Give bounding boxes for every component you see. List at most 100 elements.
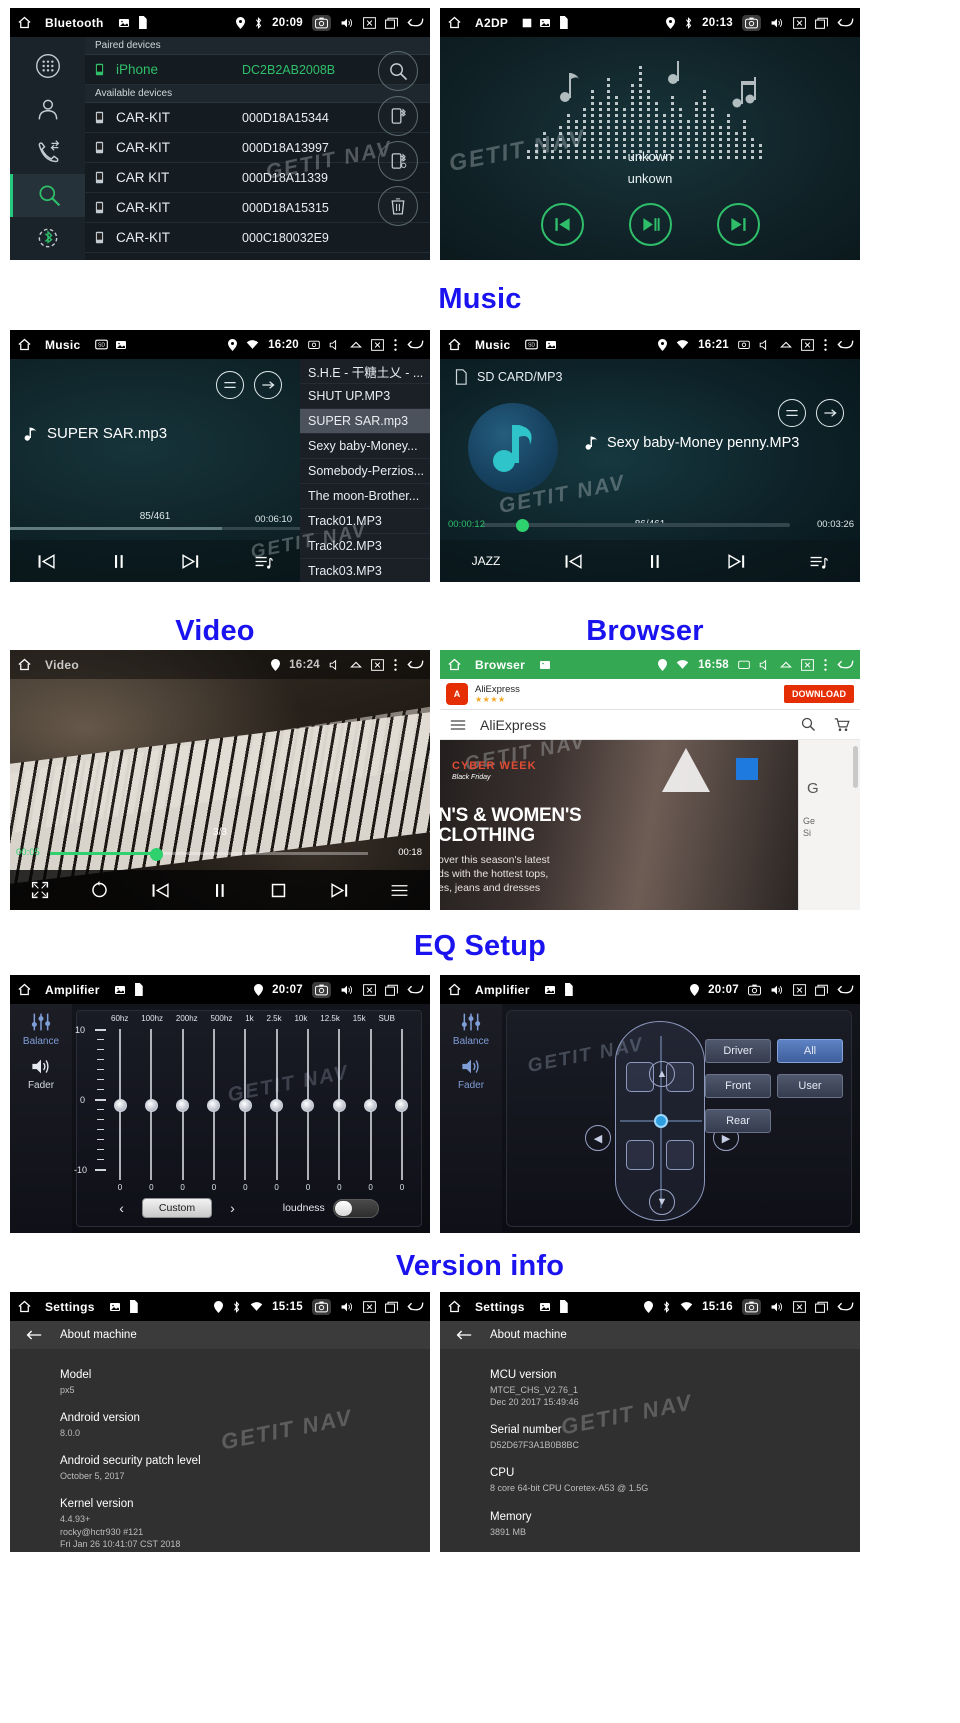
equalizer-icon[interactable]: [216, 371, 244, 399]
list-item[interactable]: CPU 8 core 64-bit CPU Coretex-A53 @ 1.5G: [440, 1459, 860, 1502]
volume-icon[interactable]: [340, 984, 354, 996]
next-icon[interactable]: [716, 203, 760, 246]
list-item[interactable]: Android version 8.0.0: [10, 1404, 430, 1447]
eq-slider[interactable]: [299, 1029, 317, 1180]
sidebar-item-contacts[interactable]: [10, 87, 85, 130]
previous-icon[interactable]: [151, 882, 171, 899]
overflow-menu-icon[interactable]: [823, 658, 828, 672]
home-icon[interactable]: [16, 982, 33, 997]
zone-button-all[interactable]: All: [777, 1039, 843, 1063]
zone-button-front[interactable]: Front: [705, 1074, 771, 1098]
mute-icon[interactable]: [329, 659, 341, 671]
eject-icon[interactable]: [350, 660, 362, 670]
list-item[interactable]: Memory 3891 MB: [440, 1503, 860, 1546]
overflow-menu-icon[interactable]: [393, 338, 398, 352]
progress-knob[interactable]: [150, 848, 163, 861]
list-item[interactable]: Track02.MP3: [300, 534, 430, 559]
home-icon[interactable]: [446, 657, 463, 672]
previous-icon[interactable]: [540, 203, 584, 246]
home-icon[interactable]: [446, 15, 463, 30]
loudness-toggle[interactable]: [332, 1198, 379, 1218]
repeat-mode-icon[interactable]: [816, 399, 844, 427]
close-app-icon[interactable]: [371, 338, 384, 351]
play-pause-icon[interactable]: [628, 203, 672, 246]
sd-slot-icon[interactable]: SD: [524, 339, 538, 350]
progress-bar[interactable]: [10, 527, 300, 530]
sidebar-item-search[interactable]: [10, 173, 85, 217]
pair-device-icon[interactable]: [378, 96, 418, 136]
back-icon[interactable]: [837, 658, 854, 671]
home-icon[interactable]: [16, 1299, 33, 1314]
screenshot-icon[interactable]: [312, 14, 331, 31]
fader-label[interactable]: Fader: [28, 1080, 54, 1091]
list-item[interactable]: MCU version MTCE_CHS_V2.76_1 Dec 20 2017…: [440, 1361, 860, 1416]
next-icon[interactable]: [180, 553, 200, 570]
eq-slider[interactable]: [330, 1029, 348, 1180]
screenshot-gallery-icon[interactable]: [545, 339, 557, 351]
close-app-icon[interactable]: [793, 1300, 806, 1313]
eq-slider[interactable]: [205, 1029, 223, 1180]
close-app-icon[interactable]: [801, 338, 814, 351]
back-icon[interactable]: [407, 338, 424, 351]
search-icon[interactable]: [801, 717, 816, 732]
list-item[interactable]: SHUT UP.MP3: [300, 384, 430, 409]
sd-card-icon[interactable]: [558, 1300, 568, 1313]
screenshot-icon[interactable]: [742, 14, 761, 31]
back-icon[interactable]: [837, 983, 854, 996]
eject-icon[interactable]: [780, 340, 792, 350]
fader-label[interactable]: Fader: [458, 1080, 484, 1091]
repeat-icon[interactable]: [90, 881, 109, 899]
connect-device-icon[interactable]: [378, 141, 418, 181]
back-icon[interactable]: [837, 338, 854, 351]
mute-icon[interactable]: [759, 339, 771, 351]
recent-apps-icon[interactable]: [815, 984, 828, 996]
back-icon[interactable]: [407, 16, 424, 29]
eq-slider[interactable]: [142, 1029, 160, 1180]
screenshot-icon[interactable]: [742, 1298, 761, 1315]
next-preset-button[interactable]: ›: [230, 1200, 235, 1216]
recent-apps-icon[interactable]: [385, 17, 398, 29]
device-row[interactable]: CAR-KIT 000C180032E9: [85, 223, 430, 253]
mute-icon[interactable]: [759, 659, 771, 671]
screenshot-gallery-icon[interactable]: [539, 1301, 551, 1313]
screenshot-gallery-icon[interactable]: [544, 984, 556, 996]
home-icon[interactable]: [16, 15, 33, 30]
arrow-down-icon[interactable]: ▼: [649, 1189, 675, 1215]
scrollbar[interactable]: [853, 746, 858, 788]
sidebar-item-call-log[interactable]: [10, 130, 85, 173]
back-arrow-icon[interactable]: [26, 1329, 42, 1341]
fullscreen-icon[interactable]: [31, 881, 49, 899]
screenshot-icon[interactable]: [312, 981, 331, 998]
hero-banner[interactable]: GETIT NAV CYBER WEEK Black Friday N'S & …: [440, 740, 860, 910]
arrow-left-icon[interactable]: ◀: [585, 1125, 611, 1151]
volume-icon[interactable]: [770, 17, 784, 29]
eject-icon[interactable]: [350, 340, 362, 350]
overflow-menu-icon[interactable]: [823, 338, 828, 352]
screenshot-gallery-icon[interactable]: [115, 339, 127, 351]
next-icon[interactable]: [726, 553, 746, 570]
list-item[interactable]: Somebody-Perzios...: [300, 459, 430, 484]
home-icon[interactable]: [446, 1299, 463, 1314]
mute-icon[interactable]: [329, 339, 341, 351]
screenshot-gallery-icon[interactable]: [539, 659, 551, 671]
home-icon[interactable]: [446, 337, 463, 352]
home-icon[interactable]: [16, 657, 33, 672]
stop-icon[interactable]: [270, 882, 287, 899]
playlist-icon[interactable]: [809, 553, 829, 570]
playlist-icon[interactable]: [390, 882, 409, 899]
list-item[interactable]: Sexy baby-Money...: [300, 434, 430, 459]
screenshot-icon[interactable]: [748, 984, 761, 996]
pause-icon[interactable]: [111, 553, 127, 570]
previous-preset-button[interactable]: ‹: [119, 1200, 124, 1216]
list-item[interactable]: Kernel version 4.4.93+ rocky@hctr930 #12…: [10, 1490, 430, 1552]
back-icon[interactable]: [407, 1300, 424, 1313]
eject-icon[interactable]: [780, 660, 792, 670]
list-item[interactable]: Track01.MP3: [300, 509, 430, 534]
recent-apps-icon[interactable]: [815, 17, 828, 29]
recent-apps-icon[interactable]: [815, 1301, 828, 1313]
balance-icon[interactable]: [30, 1012, 52, 1032]
balance-point-handle[interactable]: [654, 1114, 668, 1128]
sd-card-icon[interactable]: [558, 16, 568, 29]
download-button[interactable]: DOWNLOAD: [784, 685, 854, 703]
home-icon[interactable]: [446, 982, 463, 997]
